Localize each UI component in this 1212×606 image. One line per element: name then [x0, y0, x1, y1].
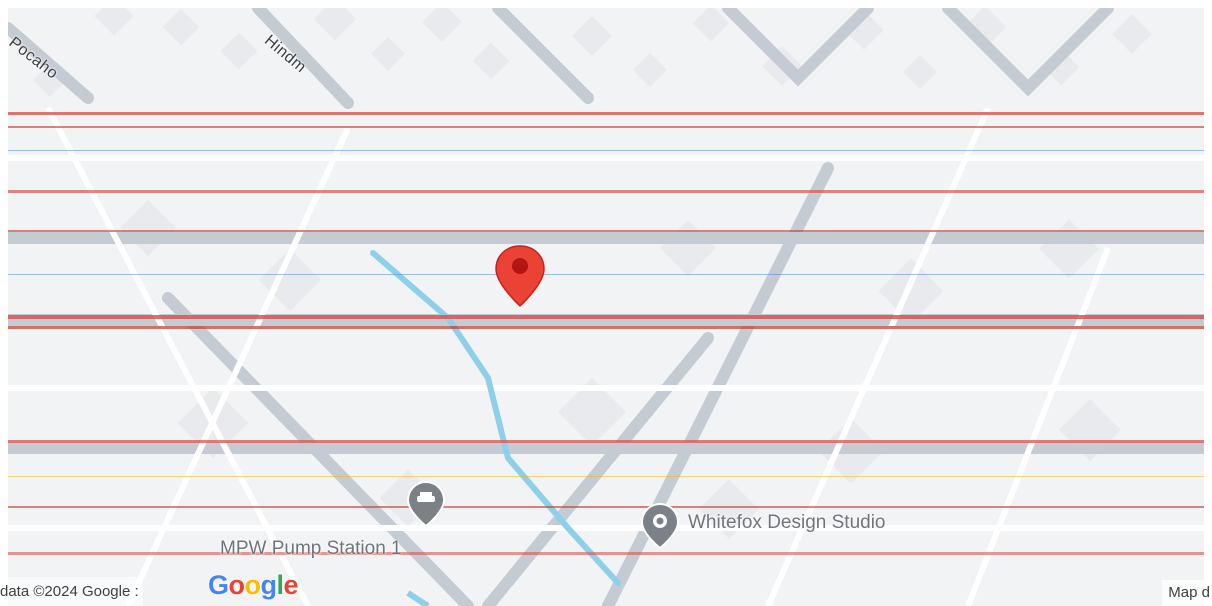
map-terms-link[interactable]: Map d [1162, 580, 1212, 606]
google-logo-letter-l: l [276, 570, 285, 600]
google-logo[interactable]: Google [208, 568, 299, 602]
design-studio-poi-icon[interactable] [640, 502, 680, 550]
rendering-streaks [8, 112, 1204, 555]
poi-label-pump-station[interactable]: MPW Pump Station 1 [220, 538, 402, 560]
google-logo-letter-o2: o [244, 570, 262, 600]
map-base-layer [8, 8, 1204, 606]
minor-roads [8, 106, 1204, 606]
location-marker-icon[interactable] [492, 244, 548, 310]
canal-water-south [406, 590, 430, 606]
map-data-attribution[interactable]: data ©2024 Google : [0, 577, 143, 606]
pump-station-poi-icon[interactable] [406, 480, 446, 528]
google-logo-letter-o1: o [228, 570, 246, 600]
map-canvas[interactable]: Pocaho Hindm MPW Pump Station 1 Whitefox… [8, 8, 1204, 606]
poi-label-design-studio[interactable]: Whitefox Design Studio [688, 512, 886, 534]
city-blocks [33, 8, 1152, 539]
google-logo-letter-g2: g [260, 570, 278, 600]
main-roads [8, 8, 1204, 606]
google-logo-letter-e: e [283, 570, 299, 600]
google-logo-letter-g: G [208, 570, 229, 600]
